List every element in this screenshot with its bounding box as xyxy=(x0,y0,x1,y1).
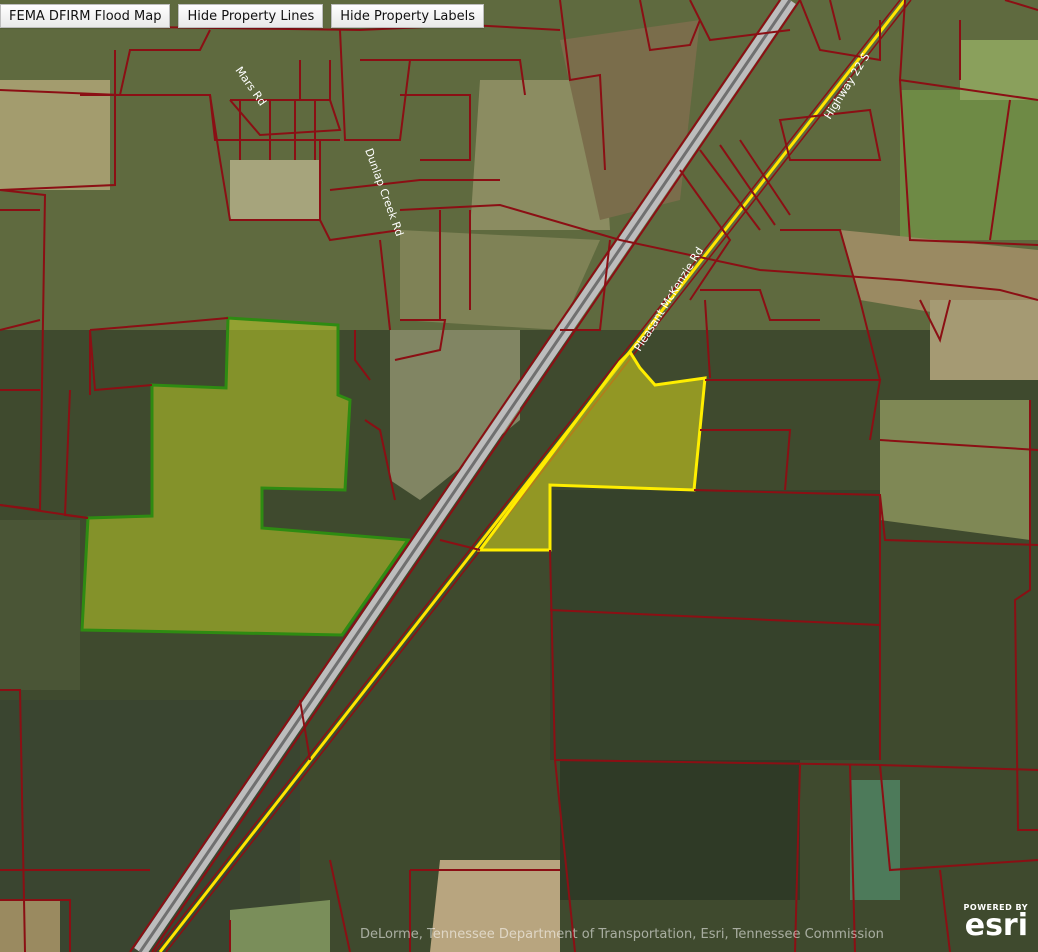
map-view[interactable]: Pleasant McKenzie Rd Highway 22 S Dunlap… xyxy=(0,0,1038,952)
woods xyxy=(550,490,880,760)
hide-property-lines-button[interactable]: Hide Property Lines xyxy=(178,4,324,28)
field xyxy=(900,90,1038,240)
field xyxy=(0,80,110,190)
woods xyxy=(0,520,80,690)
field xyxy=(0,900,60,952)
aerial-map[interactable]: Pleasant McKenzie Rd Highway 22 S Dunlap… xyxy=(0,0,1038,952)
fema-flood-map-button[interactable]: FEMA DFIRM Flood Map xyxy=(0,4,171,28)
esri-logo[interactable]: POWERED BY esri xyxy=(964,903,1028,943)
field xyxy=(880,400,1030,540)
esri-wordmark: esri xyxy=(964,908,1028,943)
pond xyxy=(850,780,900,900)
field xyxy=(230,160,320,220)
map-attribution: DeLorme, Tennessee Department of Transpo… xyxy=(360,927,884,942)
woods xyxy=(560,760,800,900)
map-toolbar: FEMA DFIRM Flood Map Hide Property Lines… xyxy=(0,4,484,28)
hide-property-labels-button[interactable]: Hide Property Labels xyxy=(331,4,484,28)
